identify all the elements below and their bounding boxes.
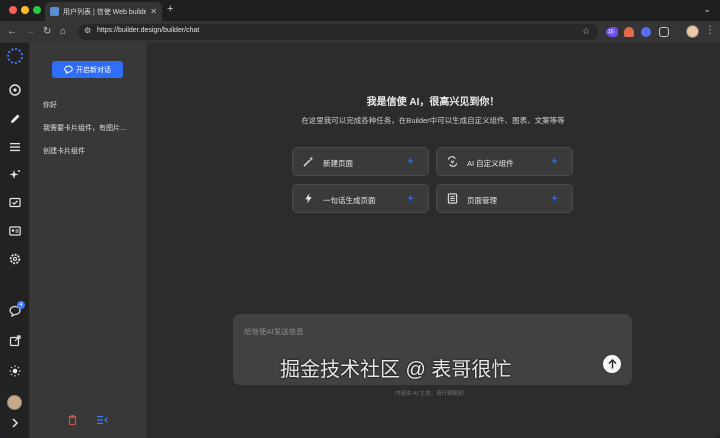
welcome-subtitle: 在这里我可以完成各种任务，在Builder中可以生成自定义组件、图表、文案等等	[301, 116, 565, 125]
chat-bubble-icon	[64, 65, 73, 74]
settings-gear-icon[interactable]	[8, 252, 22, 266]
ai-sparkle-icon[interactable]	[8, 168, 22, 182]
magic-wand-icon	[303, 156, 314, 167]
page-list-icon	[447, 193, 458, 204]
history-item[interactable]: 你好	[43, 100, 135, 110]
browser-tab-active[interactable]: 用户列表 | 信使 Web builder ✕	[45, 2, 162, 21]
tab-search-chevron-icon[interactable]: ⌄	[703, 4, 711, 15]
new-chat-button[interactable]: 开启新对话	[52, 61, 123, 78]
list-icon[interactable]	[8, 140, 22, 154]
welcome-greeting: 我是信使 AI，很高兴见到你！	[366, 97, 500, 108]
site-info-icon[interactable]: ⚙	[84, 26, 91, 35]
quick-action-new-page[interactable]: 新建页面 +	[292, 147, 429, 176]
reload-icon[interactable]: ↻	[43, 26, 51, 38]
extension-orange-icon[interactable]	[624, 27, 634, 37]
minimize-window-button[interactable]	[21, 6, 29, 14]
quick-action-label: 新建页面	[323, 159, 353, 168]
explore-icon[interactable]	[8, 83, 22, 97]
new-tab-plus-icon[interactable]: +	[167, 3, 173, 15]
notification-badge: 4	[17, 301, 25, 309]
plus-icon: +	[550, 154, 558, 168]
task-check-icon[interactable]	[8, 196, 22, 210]
send-button[interactable]	[603, 355, 621, 373]
browser-window: 用户列表 | 信使 Web builder ✕ + ⌄ ← → ↻ ⌂ ⚙ ht…	[0, 0, 720, 438]
id-card-icon[interactable]	[8, 224, 22, 238]
tab-close-icon[interactable]: ✕	[150, 7, 157, 16]
profile-avatar[interactable]	[686, 25, 699, 38]
address-url[interactable]: https://builder.design/builder/chat	[97, 27, 199, 34]
ai-disclaimer: 内容由 AI 生成，请仔细甄别	[395, 391, 464, 397]
extension-badge: 16	[606, 29, 616, 35]
back-arrow-icon[interactable]: ←	[7, 26, 17, 38]
plus-icon: +	[406, 154, 414, 168]
tab-title: 用户列表 | 信使 Web builder	[63, 8, 147, 16]
browser-toolbar: ← → ↻ ⌂ ⚙ https://builder.design/builder…	[0, 21, 720, 43]
quick-action-label: 页面管理	[467, 196, 497, 205]
maximize-window-button[interactable]	[33, 6, 41, 14]
theme-sun-icon[interactable]	[8, 364, 22, 378]
extension-ghost-icon[interactable]	[641, 27, 651, 37]
forward-arrow-icon[interactable]: →	[25, 26, 35, 38]
send-arrow-up-icon	[608, 359, 616, 369]
close-window-button[interactable]	[9, 6, 17, 14]
extensions-puzzle-icon[interactable]	[659, 27, 669, 37]
browser-menu-icon[interactable]: ⋮	[705, 25, 715, 36]
app-icon-rail: 4	[0, 43, 30, 438]
user-avatar[interactable]	[7, 395, 22, 410]
quick-action-label: AI 自定义组件	[467, 159, 514, 168]
tab-strip: 用户列表 | 信使 Web builder ✕ + ⌄	[0, 0, 720, 21]
tab-favicon-icon	[50, 7, 59, 16]
export-icon[interactable]	[8, 334, 22, 348]
edit-pencil-icon[interactable]	[8, 112, 22, 126]
ai-component-icon	[447, 156, 458, 167]
plus-icon: +	[406, 191, 414, 205]
app-logo	[7, 48, 23, 64]
chat-history-sidebar: 开启新对话 你好 我需要卡片组件，有图片... 创建卡片组件	[30, 43, 146, 438]
home-icon[interactable]: ⌂	[60, 26, 66, 38]
plus-icon: +	[550, 191, 558, 205]
new-chat-label: 开启新对话	[76, 66, 111, 74]
quick-action-label: 一句话生成页面	[323, 196, 376, 205]
bookmark-star-icon[interactable]: ☆	[582, 26, 590, 37]
history-item[interactable]: 创建卡片组件	[43, 146, 135, 156]
site-watermark: 掘金技术社区 @ 表哥很忙	[280, 359, 512, 381]
quick-action-page-management[interactable]: 页面管理 +	[436, 184, 573, 213]
lightning-icon	[305, 193, 312, 204]
quick-action-one-sentence-page[interactable]: 一句话生成页面 +	[292, 184, 429, 213]
history-item[interactable]: 我需要卡片组件，有图片...	[43, 123, 135, 133]
quick-action-ai-component[interactable]: AI 自定义组件 +	[436, 147, 573, 176]
address-bar[interactable]: ⚙ https://builder.design/builder/chat ☆	[78, 24, 598, 40]
message-input-placeholder[interactable]: 给信使AI发送信息	[244, 326, 304, 337]
delete-trash-icon[interactable]	[68, 415, 77, 425]
expand-chevron-icon[interactable]	[8, 416, 22, 430]
collapse-sidebar-icon[interactable]	[97, 415, 108, 425]
